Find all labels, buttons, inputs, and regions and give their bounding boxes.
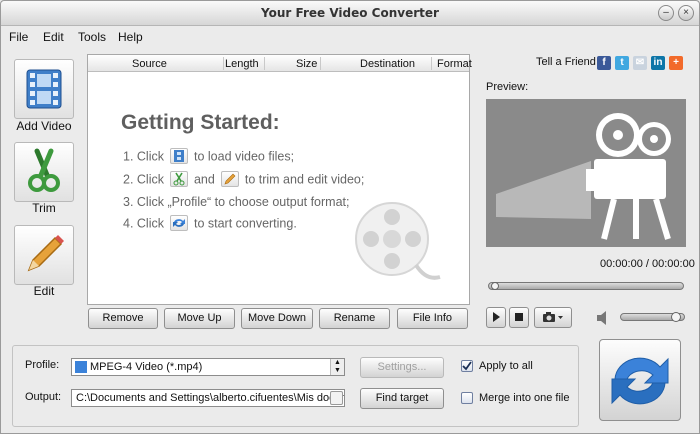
menu-edit[interactable]: Edit bbox=[43, 30, 64, 44]
camera-icon bbox=[543, 312, 563, 322]
spinner-arrows-icon: ▲ ▼ bbox=[330, 359, 344, 375]
move-up-button[interactable]: Move Up bbox=[164, 308, 235, 329]
film-mini-icon bbox=[169, 148, 188, 164]
stop-button[interactable] bbox=[509, 307, 529, 328]
profile-value: MPEG-4 Video (*.mp4) bbox=[90, 361, 203, 373]
twitter-icon[interactable]: t bbox=[615, 56, 629, 70]
profile-format-icon bbox=[75, 361, 87, 373]
tell-a-friend-label: Tell a Friend bbox=[536, 56, 596, 68]
menu-bar: File Edit Tools Help bbox=[1, 27, 699, 47]
settings-button[interactable]: Settings... bbox=[360, 357, 444, 378]
main-window: Your Free Video Converter – × File Edit … bbox=[0, 0, 700, 434]
seek-bar[interactable] bbox=[488, 282, 684, 290]
col-source[interactable]: Source bbox=[132, 58, 167, 70]
col-destination[interactable]: Destination bbox=[360, 58, 415, 70]
step-2: 2. Click and to trim and edit video; bbox=[123, 171, 365, 187]
step-1: 1. Click to load video files; bbox=[123, 148, 295, 164]
email-icon[interactable]: ✉ bbox=[633, 56, 647, 70]
step-4: 4. Click to start converting. bbox=[123, 215, 297, 231]
trim-button[interactable] bbox=[14, 142, 74, 202]
rename-button[interactable]: Rename bbox=[319, 308, 390, 329]
add-video-button[interactable] bbox=[14, 59, 74, 119]
scissors-mini-icon bbox=[169, 171, 188, 187]
volume-slider[interactable] bbox=[620, 312, 685, 322]
output-path-field[interactable]: C:\Documents and Settings\alberto.cifuen… bbox=[71, 389, 345, 407]
remove-button[interactable]: Remove bbox=[88, 308, 158, 329]
file-info-button[interactable]: File Info bbox=[397, 308, 468, 329]
window-title: Your Free Video Converter bbox=[261, 6, 439, 20]
col-format[interactable]: Format bbox=[437, 58, 472, 70]
edit-label: Edit bbox=[33, 284, 55, 298]
profile-select[interactable]: MPEG-4 Video (*.mp4) ▲ ▼ bbox=[71, 358, 345, 376]
menu-help[interactable]: Help bbox=[118, 30, 143, 44]
col-size[interactable]: Size bbox=[296, 58, 317, 70]
movie-projector-icon bbox=[496, 113, 671, 240]
seek-thumb[interactable] bbox=[491, 282, 499, 290]
pencil-icon bbox=[27, 235, 64, 272]
file-list[interactable]: Source Length Size Destination Format Ge… bbox=[87, 54, 472, 305]
col-length[interactable]: Length bbox=[225, 58, 259, 70]
snapshot-button[interactable] bbox=[534, 307, 572, 328]
facebook-icon[interactable]: f bbox=[597, 56, 611, 70]
browse-button[interactable] bbox=[330, 391, 343, 405]
volume-icon[interactable] bbox=[596, 310, 610, 326]
getting-started-title: Getting Started: bbox=[121, 111, 280, 134]
close-button[interactable]: × bbox=[678, 5, 694, 21]
play-button[interactable] bbox=[486, 307, 506, 328]
film-icon bbox=[26, 69, 62, 109]
menu-tools[interactable]: Tools bbox=[78, 30, 106, 44]
merge-label: Merge into one file bbox=[479, 392, 570, 404]
film-reel-watermark bbox=[355, 202, 441, 280]
play-icon bbox=[493, 312, 500, 322]
step-3: 3. Click „Profile“ to choose output form… bbox=[123, 195, 350, 209]
output-path-value: C:\Documents and Settings\alberto.cifuen… bbox=[76, 392, 344, 404]
preview-label: Preview: bbox=[486, 81, 529, 93]
title-bar: Your Free Video Converter – × bbox=[1, 1, 699, 26]
find-target-button[interactable]: Find target bbox=[360, 388, 444, 409]
output-label: Output: bbox=[25, 391, 62, 403]
preview-panel bbox=[486, 99, 686, 247]
merge-checkbox[interactable] bbox=[461, 392, 473, 404]
output-settings-panel: Profile: MPEG-4 Video (*.mp4) ▲ ▼ Setting… bbox=[12, 345, 579, 427]
column-header: Source Length Size Destination Format bbox=[88, 55, 472, 72]
move-down-button[interactable]: Move Down bbox=[241, 308, 313, 329]
scissors-icon bbox=[28, 148, 60, 192]
share-plus-icon[interactable]: + bbox=[669, 56, 683, 70]
convert-arrows-icon bbox=[611, 357, 669, 405]
profile-label: Profile: bbox=[25, 359, 60, 371]
minimize-button[interactable]: – bbox=[658, 5, 674, 21]
apply-to-all-label: Apply to all bbox=[479, 360, 533, 372]
convert-button[interactable] bbox=[599, 339, 681, 421]
apply-to-all-checkbox[interactable] bbox=[461, 360, 473, 372]
stop-icon bbox=[515, 313, 523, 321]
convert-mini-icon bbox=[169, 215, 188, 231]
edit-button[interactable] bbox=[14, 225, 74, 285]
add-video-label: Add Video bbox=[16, 119, 72, 133]
menu-file[interactable]: File bbox=[9, 30, 28, 44]
pencil-mini-icon bbox=[220, 171, 239, 187]
linkedin-icon[interactable]: in bbox=[651, 56, 665, 70]
volume-thumb[interactable] bbox=[671, 312, 681, 322]
trim-label: Trim bbox=[32, 201, 56, 215]
time-readout: 00:00:00 / 00:00:00 bbox=[600, 258, 695, 270]
